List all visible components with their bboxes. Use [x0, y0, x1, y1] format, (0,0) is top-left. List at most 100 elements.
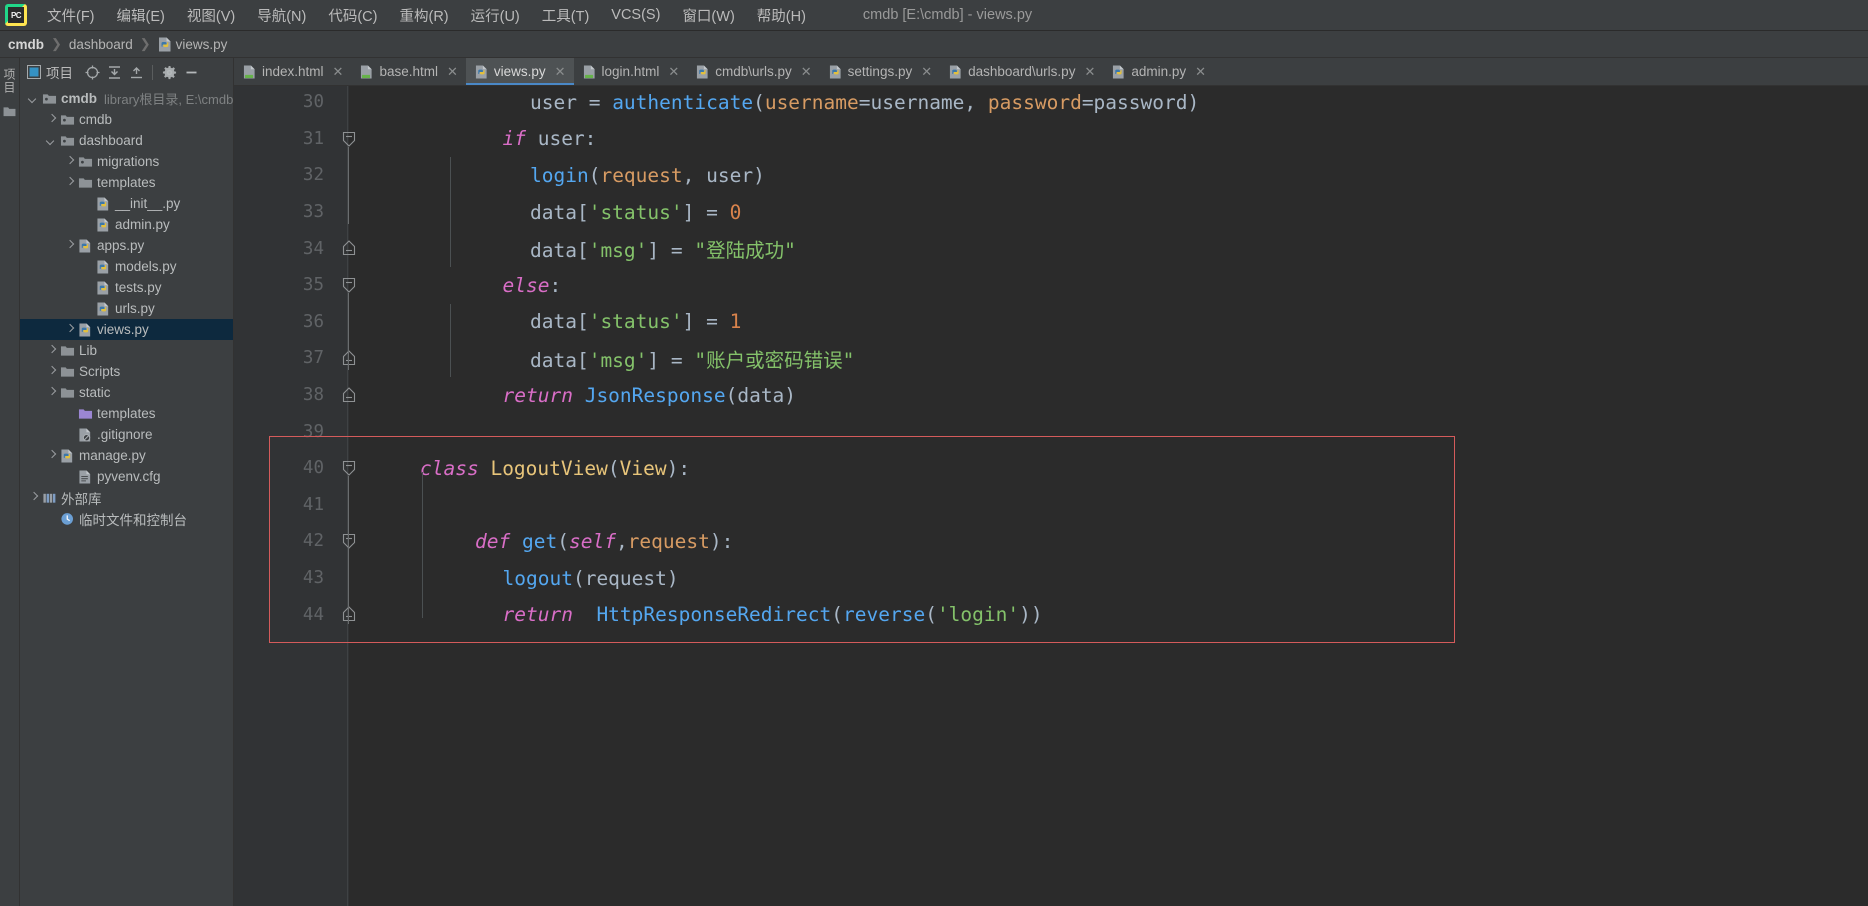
- code-line[interactable]: 39: [234, 413, 1868, 450]
- collapse-all-icon[interactable]: [126, 62, 146, 82]
- code-line[interactable]: 34 data['msg'] = "登陆成功": [234, 230, 1868, 267]
- menu-refactor[interactable]: 重构(R): [388, 2, 459, 29]
- close-icon[interactable]: ✕: [668, 65, 679, 78]
- close-icon[interactable]: ✕: [921, 65, 932, 78]
- code-line[interactable]: 36 data['status'] = 1: [234, 303, 1868, 341]
- project-tree[interactable]: cmdb library根目录, E:\cmdb cmdb dashboard migr…: [20, 86, 233, 906]
- chevron-right-icon[interactable]: [64, 177, 75, 188]
- editor-tab[interactable]: base.html ✕: [351, 58, 465, 85]
- chevron-down-icon[interactable]: [46, 135, 57, 146]
- chevron-right-icon[interactable]: [46, 450, 57, 461]
- tree-row[interactable]: Lib: [20, 340, 233, 361]
- tree-row[interactable]: dashboard: [20, 130, 233, 151]
- code-line[interactable]: 40 class LogoutView(View):: [234, 450, 1868, 487]
- fold-collapse-up-icon[interactable]: [342, 387, 357, 402]
- code-line[interactable]: 33 data['status'] = 0: [234, 193, 1868, 231]
- fold-expand-icon[interactable]: [342, 533, 357, 549]
- menu-view[interactable]: 视图(V): [176, 2, 246, 29]
- editor-tab-bar[interactable]: index.html ✕ base.html ✕ views.py ✕ login.html…: [234, 58, 1868, 86]
- close-icon[interactable]: ✕: [333, 65, 344, 78]
- tree-row[interactable]: pyvenv.cfg: [20, 466, 233, 487]
- chevron-right-icon[interactable]: [46, 387, 57, 398]
- code-lines[interactable]: 30 user = authenticate(username=username,…: [234, 86, 1868, 906]
- code-line[interactable]: 42 def get(self,request):: [234, 523, 1868, 560]
- fold-collapse-up-icon[interactable]: [342, 350, 357, 366]
- tree-row[interactable]: models.py: [20, 256, 233, 277]
- close-icon[interactable]: ✕: [1084, 65, 1095, 78]
- breadcrumb-item-dashboard[interactable]: dashboard: [69, 37, 133, 52]
- fold-collapse-down-icon[interactable]: [342, 131, 357, 147]
- tree-row[interactable]: views.py: [20, 319, 233, 340]
- close-icon[interactable]: ✕: [447, 65, 458, 78]
- menu-help[interactable]: 帮助(H): [746, 2, 817, 29]
- chevron-right-icon[interactable]: [28, 492, 39, 503]
- tree-row[interactable]: 外部库: [20, 487, 233, 508]
- editor-scrollbar[interactable]: [1856, 86, 1868, 906]
- code-line[interactable]: 32 login(request, user): [234, 157, 1868, 194]
- expand-all-icon[interactable]: [104, 62, 124, 82]
- close-icon[interactable]: ✕: [1195, 65, 1206, 78]
- chevron-right-icon[interactable]: [64, 240, 75, 251]
- folder-icon[interactable]: [3, 106, 16, 117]
- fold-collapse-up-icon[interactable]: [342, 606, 357, 622]
- tree-row[interactable]: admin.py: [20, 214, 233, 235]
- menu-run[interactable]: 运行(U): [460, 2, 531, 29]
- breadcrumb-item-cmdb[interactable]: cmdb: [8, 37, 44, 52]
- editor-tab[interactable]: admin.py ✕: [1103, 58, 1214, 85]
- tree-row[interactable]: apps.py: [20, 235, 233, 256]
- chevron-right-icon[interactable]: [46, 345, 57, 356]
- menu-vcs[interactable]: VCS(S): [600, 4, 671, 26]
- code-line[interactable]: 30 user = authenticate(username=username,…: [234, 86, 1868, 121]
- tree-row[interactable]: tests.py: [20, 277, 233, 298]
- menu-file[interactable]: 文件(F): [36, 2, 106, 29]
- menu-window[interactable]: 窗口(W): [671, 2, 745, 29]
- editor-tab[interactable]: login.html ✕: [574, 58, 688, 85]
- sidebar-item-project-vertical[interactable]: 项目: [1, 68, 18, 94]
- gear-icon[interactable]: [159, 62, 179, 82]
- menu-navigate[interactable]: 导航(N): [246, 2, 317, 29]
- menu-edit[interactable]: 编辑(E): [106, 2, 176, 29]
- code-line[interactable]: 37 data['msg'] = "账户或密码错误": [234, 340, 1868, 377]
- project-view-selector-icon[interactable]: [24, 62, 44, 82]
- editor-tab[interactable]: cmdb\urls.py ✕: [687, 58, 819, 85]
- tree-row[interactable]: static: [20, 382, 233, 403]
- fold-collapse-down-icon[interactable]: [342, 277, 357, 293]
- code-line[interactable]: 31 if user:: [234, 121, 1868, 158]
- editor-tab[interactable]: dashboard\urls.py ✕: [940, 58, 1103, 85]
- code-line[interactable]: 43 logout(request): [234, 560, 1868, 597]
- tree-row[interactable]: manage.py: [20, 445, 233, 466]
- chevron-right-icon[interactable]: [64, 156, 75, 167]
- close-icon[interactable]: ✕: [555, 65, 566, 78]
- code-line[interactable]: 35 else:: [234, 267, 1868, 304]
- tree-row[interactable]: migrations: [20, 151, 233, 172]
- tree-row[interactable]: __init__.py: [20, 193, 233, 214]
- fold-collapse-up-icon[interactable]: [342, 240, 357, 256]
- close-icon[interactable]: ✕: [801, 65, 812, 78]
- chevron-right-icon[interactable]: [64, 324, 75, 335]
- menu-code[interactable]: 代码(C): [317, 2, 388, 29]
- tree-row[interactable]: .gitignore: [20, 424, 233, 445]
- tree-row[interactable]: templates: [20, 172, 233, 193]
- code-line[interactable]: 44 return HttpResponseRedirect(reverse('l…: [234, 596, 1868, 633]
- tree-row[interactable]: templates: [20, 403, 233, 424]
- chevron-right-icon[interactable]: [46, 114, 57, 125]
- chevron-right-icon[interactable]: [46, 366, 57, 377]
- tree-row[interactable]: cmdb: [20, 109, 233, 130]
- editor-tab[interactable]: index.html ✕: [234, 58, 351, 85]
- tree-row[interactable]: urls.py: [20, 298, 233, 319]
- code-line[interactable]: 41: [234, 487, 1868, 524]
- fold-expand-icon[interactable]: [342, 460, 357, 476]
- editor-tab[interactable]: views.py ✕: [465, 58, 574, 85]
- menu-tools[interactable]: 工具(T): [531, 2, 601, 29]
- editor-tab[interactable]: settings.py ✕: [820, 58, 940, 85]
- tree-row[interactable]: cmdb library根目录, E:\cmdb: [20, 88, 233, 109]
- tree-row[interactable]: 临时文件和控制台: [20, 508, 233, 529]
- chevron-down-icon[interactable]: [28, 93, 39, 104]
- line-number: 33: [302, 202, 324, 223]
- code-editor[interactable]: 30 user = authenticate(username=username,…: [234, 86, 1868, 906]
- tree-row[interactable]: Scripts: [20, 361, 233, 382]
- minimize-icon[interactable]: [181, 62, 201, 82]
- locate-target-icon[interactable]: [82, 62, 102, 82]
- code-line[interactable]: 38 return JsonResponse(data): [234, 377, 1868, 414]
- breadcrumb-item-views-py[interactable]: views.py: [158, 37, 227, 52]
